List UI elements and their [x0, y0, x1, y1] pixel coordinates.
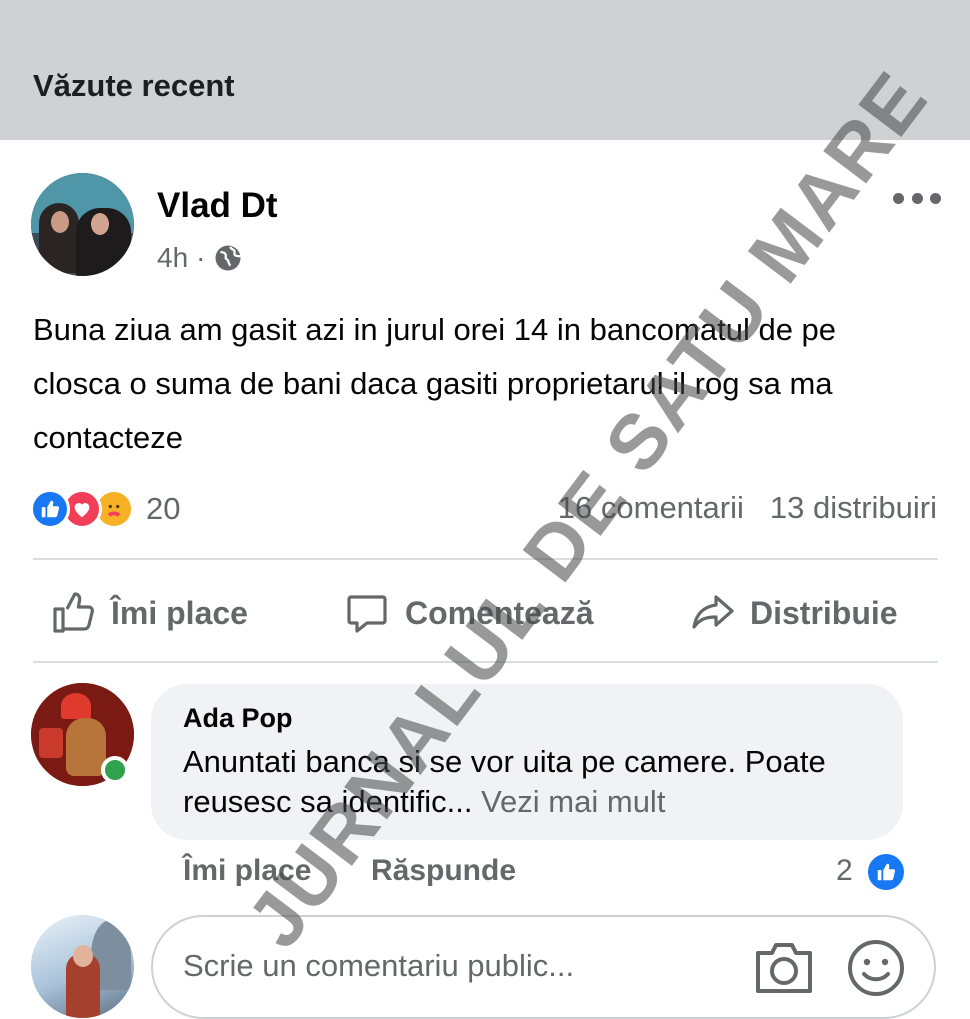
current-user-avatar[interactable] — [31, 915, 134, 1018]
comments-count[interactable]: 16 comentarii — [558, 490, 744, 526]
top-bar: Văzute recent — [0, 0, 970, 140]
post-author[interactable]: Vlad Dt — [157, 186, 278, 226]
emoji-icon[interactable] — [846, 938, 906, 998]
like-label: Îmi place — [111, 594, 248, 631]
more-options-icon[interactable] — [893, 186, 941, 210]
comment-reply-button[interactable]: Răspunde — [371, 854, 516, 888]
comment-button[interactable]: Comentează — [343, 585, 594, 641]
thumbs-up-icon — [53, 592, 94, 633]
meta-separator: · — [196, 242, 206, 273]
post-counts: 16 comentarii 13 distribuiri — [558, 490, 937, 526]
author-avatar[interactable] — [31, 173, 134, 276]
see-more-link[interactable]: Vezi mai mult — [481, 784, 665, 819]
shares-count[interactable]: 13 distribuiri — [770, 490, 937, 526]
like-button[interactable]: Îmi place — [49, 585, 248, 641]
reaction-count: 20 — [146, 491, 181, 526]
post-meta: 4h · — [157, 242, 243, 274]
like-reaction-icon — [30, 489, 70, 529]
post-time[interactable]: 4h — [157, 242, 188, 274]
comment-label: Comentează — [405, 594, 594, 631]
section-title: Văzute recent — [33, 68, 235, 103]
share-icon — [692, 595, 734, 629]
share-button[interactable]: Distribuie — [688, 585, 898, 641]
comment-icon — [347, 595, 387, 633]
reactions-summary[interactable]: 20 — [30, 487, 180, 531]
camera-icon[interactable] — [752, 938, 816, 996]
comment-author[interactable]: Ada Pop — [183, 703, 293, 734]
divider — [33, 558, 938, 560]
globe-icon — [215, 245, 242, 271]
post-actions: Îmi place Comentează Distribuie — [33, 585, 938, 641]
share-label: Distribuie — [750, 594, 898, 631]
divider — [33, 661, 938, 663]
online-status-indicator — [101, 756, 129, 784]
comment-like-button[interactable]: Îmi place — [183, 854, 311, 888]
comment-input-placeholder[interactable]: Scrie un comentariu public... — [183, 948, 574, 984]
like-reaction-icon[interactable] — [865, 851, 907, 893]
comment-text: Anuntati banca si se vor uita pe camere.… — [183, 742, 883, 822]
post-text: Buna ziua am gasit azi in jurul orei 14 … — [33, 312, 837, 455]
comment-like-count: 2 — [836, 854, 853, 887]
